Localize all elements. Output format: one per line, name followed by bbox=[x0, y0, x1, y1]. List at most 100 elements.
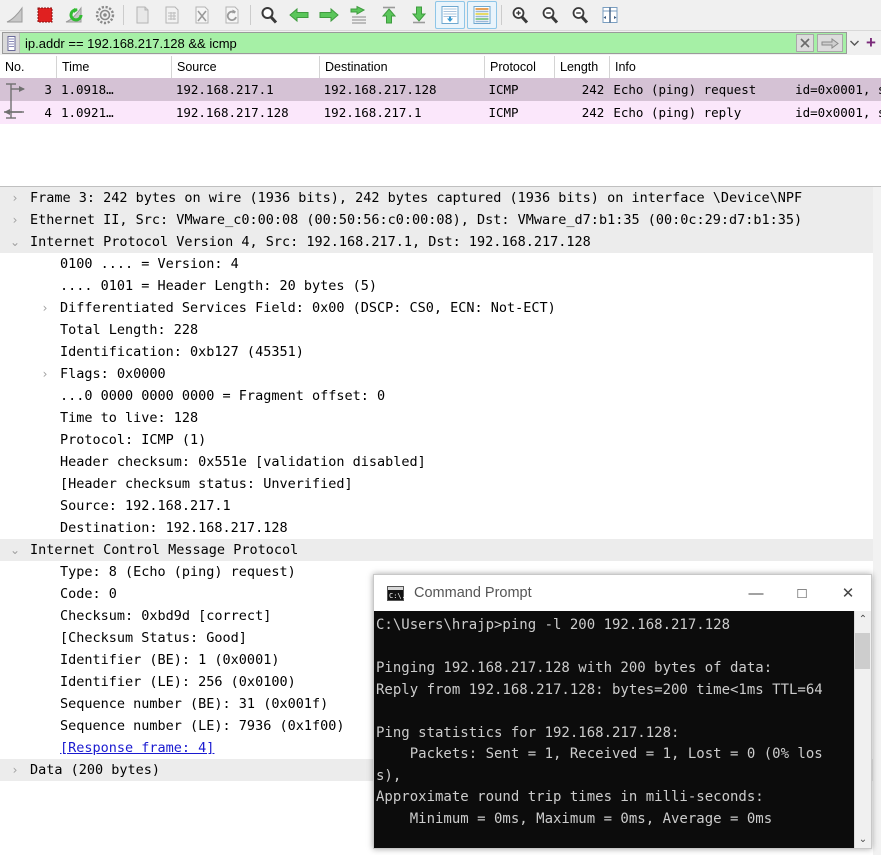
packet-detail-text: [Checksum Status: Good] bbox=[60, 627, 247, 649]
cell-protocol: ICMP bbox=[484, 82, 554, 97]
packet-detail-text: Internet Control Message Protocol bbox=[30, 539, 298, 561]
packet-detail-row[interactable]: Time to live: 128 bbox=[0, 407, 881, 429]
maximize-button[interactable]: □ bbox=[779, 575, 825, 611]
arrow-down-last-icon bbox=[409, 5, 429, 25]
packet-detail-text: .... 0101 = Header Length: 20 bytes (5) bbox=[60, 275, 377, 297]
table-row[interactable]: 4 1.0921… 192.168.217.128 192.168.217.1 … bbox=[0, 101, 881, 124]
packet-detail-row[interactable]: Destination: 192.168.217.128 bbox=[0, 517, 881, 539]
stop-capture-button[interactable] bbox=[31, 2, 59, 28]
save-document-icon bbox=[163, 5, 181, 25]
packet-detail-row[interactable]: ›Flags: 0x0000 bbox=[0, 363, 881, 385]
packet-list-pane[interactable]: No. Time Source Destination Protocol Len… bbox=[0, 56, 881, 187]
packet-detail-text: Identifier (LE): 256 (0x0100) bbox=[60, 671, 296, 693]
packet-detail-text: Sequence number (BE): 31 (0x001f) bbox=[60, 693, 328, 715]
auto-scroll-button[interactable] bbox=[435, 1, 465, 29]
packet-detail-row[interactable]: Header checksum: 0x551e [validation disa… bbox=[0, 451, 881, 473]
resize-columns-button[interactable] bbox=[596, 2, 624, 28]
column-header-length[interactable]: Length bbox=[555, 56, 610, 78]
arrow-left-icon bbox=[288, 5, 310, 25]
packet-detail-row[interactable]: ›Differentiated Services Field: 0x00 (DS… bbox=[0, 297, 881, 319]
packet-detail-row[interactable]: 0100 .... = Version: 4 bbox=[0, 253, 881, 275]
packet-detail-text: Sequence number (LE): 7936 (0x1f00) bbox=[60, 715, 344, 737]
command-prompt-titlebar[interactable]: C:\. Command Prompt — □ ✕ bbox=[374, 575, 871, 611]
reload-file-button[interactable] bbox=[218, 2, 246, 28]
packet-detail-row[interactable]: › Frame 3: 242 bytes on wire (1936 bits),… bbox=[0, 187, 881, 209]
packet-detail-text: Code: 0 bbox=[60, 583, 117, 605]
chevron-right-icon[interactable]: › bbox=[8, 187, 22, 209]
table-row[interactable]: 3 1.0918… 192.168.217.1 192.168.217.128 … bbox=[0, 78, 881, 101]
zoom-in-icon bbox=[510, 5, 530, 25]
packet-detail-row[interactable]: Total Length: 228 bbox=[0, 319, 881, 341]
colorize-button[interactable] bbox=[467, 1, 497, 29]
shark-fin-reload-icon bbox=[64, 5, 86, 25]
column-header-info[interactable]: Info bbox=[610, 56, 881, 78]
chevron-down-icon[interactable]: ⌄ bbox=[8, 539, 22, 561]
packet-detail-row[interactable]: Source: 192.168.217.1 bbox=[0, 495, 881, 517]
packet-detail-text: Type: 8 (Echo (ping) request) bbox=[60, 561, 296, 583]
packet-detail-row[interactable]: [Header checksum status: Unverified] bbox=[0, 473, 881, 495]
capture-options-button[interactable] bbox=[91, 2, 119, 28]
scrollbar-thumb[interactable] bbox=[855, 633, 870, 669]
add-filter-button[interactable]: + bbox=[861, 32, 881, 54]
resize-columns-icon bbox=[600, 5, 620, 25]
zoom-in-button[interactable] bbox=[506, 2, 534, 28]
column-header-destination[interactable]: Destination bbox=[320, 56, 485, 78]
go-to-first-button[interactable] bbox=[375, 2, 403, 28]
close-button[interactable]: ✕ bbox=[825, 575, 871, 611]
chevron-down-icon[interactable]: ⌄ bbox=[8, 231, 22, 253]
cell-source: 192.168.217.128 bbox=[172, 105, 320, 120]
packet-details-scrollbar[interactable] bbox=[873, 187, 881, 855]
packet-detail-text: Frame 3: 242 bytes on wire (1936 bits), … bbox=[30, 187, 802, 209]
open-file-button[interactable] bbox=[128, 2, 156, 28]
filter-history-dropdown[interactable] bbox=[847, 33, 861, 53]
packet-detail-row[interactable]: Identification: 0xb127 (45351) bbox=[0, 341, 881, 363]
go-to-packet-icon bbox=[348, 5, 370, 25]
console-scrollbar[interactable]: ⌃ ⌄ bbox=[854, 611, 871, 848]
filter-bookmark-icon[interactable] bbox=[3, 33, 20, 53]
find-packet-button[interactable] bbox=[255, 2, 283, 28]
cell-protocol: ICMP bbox=[484, 105, 554, 120]
scroll-down-button[interactable]: ⌄ bbox=[855, 831, 872, 848]
command-prompt-window[interactable]: C:\. Command Prompt — □ ✕ C:\Users\hrajp… bbox=[373, 574, 872, 849]
packet-detail-link[interactable]: [Response frame: 4] bbox=[60, 737, 214, 759]
display-filter-input[interactable]: ip.addr == 192.168.217.128 && icmp bbox=[20, 36, 796, 51]
go-to-packet-button[interactable] bbox=[345, 2, 373, 28]
toolbar-separator-1 bbox=[123, 5, 124, 25]
column-header-source[interactable]: Source bbox=[172, 56, 320, 78]
go-to-last-button[interactable] bbox=[405, 2, 433, 28]
packet-detail-row[interactable]: Protocol: ICMP (1) bbox=[0, 429, 881, 451]
cell-destination: 192.168.217.128 bbox=[320, 82, 485, 97]
cell-length: 242 bbox=[554, 105, 609, 120]
save-file-button[interactable] bbox=[158, 2, 186, 28]
zoom-out-button[interactable] bbox=[536, 2, 564, 28]
packet-detail-row[interactable]: ⌄ Internet Control Message Protocol bbox=[0, 539, 881, 561]
cell-source: 192.168.217.1 bbox=[172, 82, 320, 97]
go-forward-button[interactable] bbox=[315, 2, 343, 28]
filter-apply-button[interactable] bbox=[817, 34, 843, 52]
column-header-time[interactable]: Time bbox=[57, 56, 172, 78]
packet-detail-text: [Header checksum status: Unverified] bbox=[60, 473, 353, 495]
document-open-icon bbox=[133, 5, 151, 25]
display-filter-input-wrapper[interactable]: ip.addr == 192.168.217.128 && icmp bbox=[2, 32, 847, 54]
go-back-button[interactable] bbox=[285, 2, 313, 28]
chevron-right-icon[interactable]: › bbox=[8, 759, 22, 781]
zoom-reset-button[interactable] bbox=[566, 2, 594, 28]
chevron-right-icon[interactable]: › bbox=[38, 363, 52, 385]
packet-detail-row[interactable]: ...0 0000 0000 0000 = Fragment offset: 0 bbox=[0, 385, 881, 407]
chevron-right-icon[interactable]: › bbox=[38, 297, 52, 319]
column-header-no[interactable]: No. bbox=[0, 56, 57, 78]
packet-detail-row[interactable]: .... 0101 = Header Length: 20 bytes (5) bbox=[0, 275, 881, 297]
packet-detail-row[interactable]: ›Ethernet II, Src: VMware_c0:00:08 (00:5… bbox=[0, 209, 881, 231]
arrow-up-first-icon bbox=[379, 5, 399, 25]
console-body[interactable]: C:\Users\hrajp>ping -l 200 192.168.217.1… bbox=[374, 611, 871, 848]
zoom-normal-icon bbox=[570, 5, 590, 25]
filter-clear-button[interactable] bbox=[796, 34, 814, 52]
scroll-up-button[interactable]: ⌃ bbox=[855, 611, 872, 628]
restart-capture-button[interactable] bbox=[61, 2, 89, 28]
column-header-protocol[interactable]: Protocol bbox=[485, 56, 555, 78]
chevron-right-icon[interactable]: › bbox=[8, 209, 22, 231]
start-capture-button[interactable] bbox=[1, 2, 29, 28]
packet-detail-row[interactable]: ⌄Internet Protocol Version 4, Src: 192.1… bbox=[0, 231, 881, 253]
minimize-button[interactable]: — bbox=[733, 575, 779, 611]
close-file-button[interactable] bbox=[188, 2, 216, 28]
